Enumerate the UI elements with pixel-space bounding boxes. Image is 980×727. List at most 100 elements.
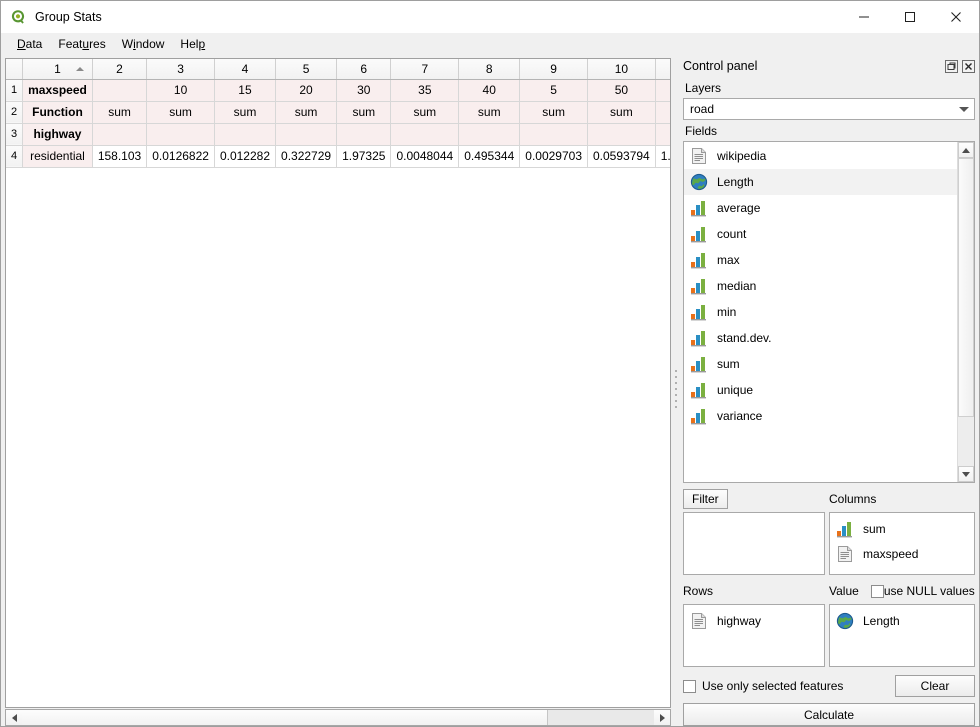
table-cell[interactable]: sum: [458, 101, 521, 124]
calculate-button[interactable]: Calculate: [683, 703, 975, 726]
table-cell[interactable]: 1.97325: [336, 145, 392, 168]
table-cell[interactable]: 10: [146, 79, 215, 102]
list-item[interactable]: maxspeed: [830, 541, 974, 566]
table-horizontal-scrollbar[interactable]: [5, 709, 671, 726]
table-cell[interactable]: [519, 123, 588, 146]
list-item[interactable]: Length: [684, 169, 957, 195]
table-cell[interactable]: sum: [655, 101, 670, 124]
use-null-values-checkbox[interactable]: [870, 584, 884, 598]
close-button[interactable]: [933, 1, 979, 32]
fields-list[interactable]: wikipedia Length average count max median min s…: [684, 142, 957, 482]
scroll-left-icon[interactable]: [6, 710, 22, 725]
close-panel-icon[interactable]: [961, 59, 975, 73]
table-cell[interactable]: sum: [390, 101, 460, 124]
use-selected-features-checkbox[interactable]: [683, 679, 696, 693]
table-cell[interactable]: [275, 123, 338, 146]
table-cell[interactable]: [587, 123, 656, 146]
column-header[interactable]: 6: [336, 59, 392, 80]
column-header[interactable]: 7: [390, 59, 460, 80]
list-item[interactable]: min: [684, 299, 957, 325]
table-cell[interactable]: [655, 123, 670, 146]
fields-vertical-scrollbar[interactable]: [957, 142, 974, 482]
list-item[interactable]: stand.dev.: [684, 325, 957, 351]
columns-dropbox[interactable]: sum maxspeed: [829, 512, 975, 575]
menu-help[interactable]: Help: [172, 35, 213, 53]
menu-data[interactable]: Data: [9, 35, 50, 53]
table-cell[interactable]: 40: [458, 79, 521, 102]
hscroll-track[interactable]: [22, 710, 654, 725]
list-item[interactable]: wikipedia: [684, 143, 957, 169]
row-header[interactable]: 4: [6, 145, 24, 168]
vscroll-thumb[interactable]: [958, 158, 974, 417]
table-row[interactable]: 2Functionsumsumsumsumsumsumsumsumsumsums…: [6, 101, 670, 124]
list-item[interactable]: count: [684, 221, 957, 247]
panel-splitter[interactable]: [671, 55, 681, 726]
column-header[interactable]: 2: [92, 59, 148, 80]
table-cell[interactable]: 60: [655, 79, 670, 102]
table-cell[interactable]: [336, 123, 392, 146]
row-header[interactable]: 2: [6, 101, 24, 124]
table-cell[interactable]: 0.0029703: [519, 145, 588, 168]
table-cell[interactable]: highway: [22, 123, 93, 146]
table-cell[interactable]: 0.0048044: [390, 145, 460, 168]
menu-features[interactable]: Features: [50, 35, 113, 53]
table-cell[interactable]: [92, 79, 148, 102]
minimize-button[interactable]: [841, 1, 887, 32]
undock-icon[interactable]: [944, 59, 958, 73]
table-row[interactable]: 4 residential 158.103 0.0126822 0.012282 0.32…: [6, 145, 670, 168]
table-cell[interactable]: sum: [275, 101, 338, 124]
filter-dropbox[interactable]: [683, 512, 825, 575]
table-cell[interactable]: 50: [587, 79, 656, 102]
table-cell[interactable]: sum: [336, 101, 392, 124]
table-cell[interactable]: sum: [587, 101, 656, 124]
column-header[interactable]: 9: [519, 59, 588, 80]
table-cell[interactable]: [458, 123, 521, 146]
scroll-up-icon[interactable]: [958, 142, 974, 158]
list-item[interactable]: Length: [830, 608, 974, 633]
table-cell[interactable]: [390, 123, 460, 146]
results-table-viewport[interactable]: 123456789101112 1maxspeed101520303540550…: [5, 58, 671, 708]
column-header[interactable]: 4: [214, 59, 277, 80]
table-cell[interactable]: 0.0126822: [146, 145, 215, 168]
list-item[interactable]: average: [684, 195, 957, 221]
scroll-right-icon[interactable]: [654, 710, 670, 725]
list-item[interactable]: max: [684, 247, 957, 273]
column-header[interactable]: 11: [655, 59, 670, 80]
vscroll-track[interactable]: [958, 158, 974, 466]
column-header[interactable]: 5: [275, 59, 338, 80]
table-cell[interactable]: 35: [390, 79, 460, 102]
clear-button[interactable]: Clear: [895, 675, 975, 697]
table-cell[interactable]: 0.012282: [214, 145, 277, 168]
menu-window[interactable]: Window: [114, 35, 173, 53]
column-header[interactable]: 1: [22, 59, 93, 80]
scroll-down-icon[interactable]: [958, 466, 974, 482]
list-item[interactable]: sum: [684, 351, 957, 377]
table-row[interactable]: 1maxspeed1015203035405506070: [6, 79, 670, 102]
hscroll-thumb[interactable]: [22, 710, 548, 725]
rows-dropbox[interactable]: highway: [683, 604, 825, 667]
table-cell[interactable]: sum: [519, 101, 588, 124]
row-header[interactable]: 3: [6, 123, 24, 146]
table-cell[interactable]: 30: [336, 79, 392, 102]
table-cell[interactable]: sum: [146, 101, 215, 124]
row-header[interactable]: 1: [6, 79, 24, 102]
list-item[interactable]: highway: [684, 608, 824, 633]
table-cell[interactable]: maxspeed: [22, 79, 93, 102]
table-cell[interactable]: sum: [92, 101, 148, 124]
table-cell[interactable]: 0.495344: [458, 145, 521, 168]
list-item[interactable]: unique: [684, 377, 957, 403]
table-cell[interactable]: 0.322729: [275, 145, 338, 168]
column-header[interactable]: 3: [146, 59, 215, 80]
table-cell[interactable]: Function: [22, 101, 93, 124]
table-cell[interactable]: 5: [519, 79, 588, 102]
filter-button[interactable]: Filter: [683, 489, 728, 509]
table-cell[interactable]: 0.0593794: [587, 145, 656, 168]
table-cell[interactable]: 1.28195: [655, 145, 670, 168]
table-cell[interactable]: residential: [22, 145, 93, 168]
table-cell[interactable]: [92, 123, 148, 146]
table-cell[interactable]: sum: [214, 101, 277, 124]
table-row[interactable]: 3 highway: [6, 123, 670, 146]
layer-select[interactable]: road: [683, 98, 975, 120]
table-cell[interactable]: 158.103: [92, 145, 148, 168]
maximize-button[interactable]: [887, 1, 933, 32]
